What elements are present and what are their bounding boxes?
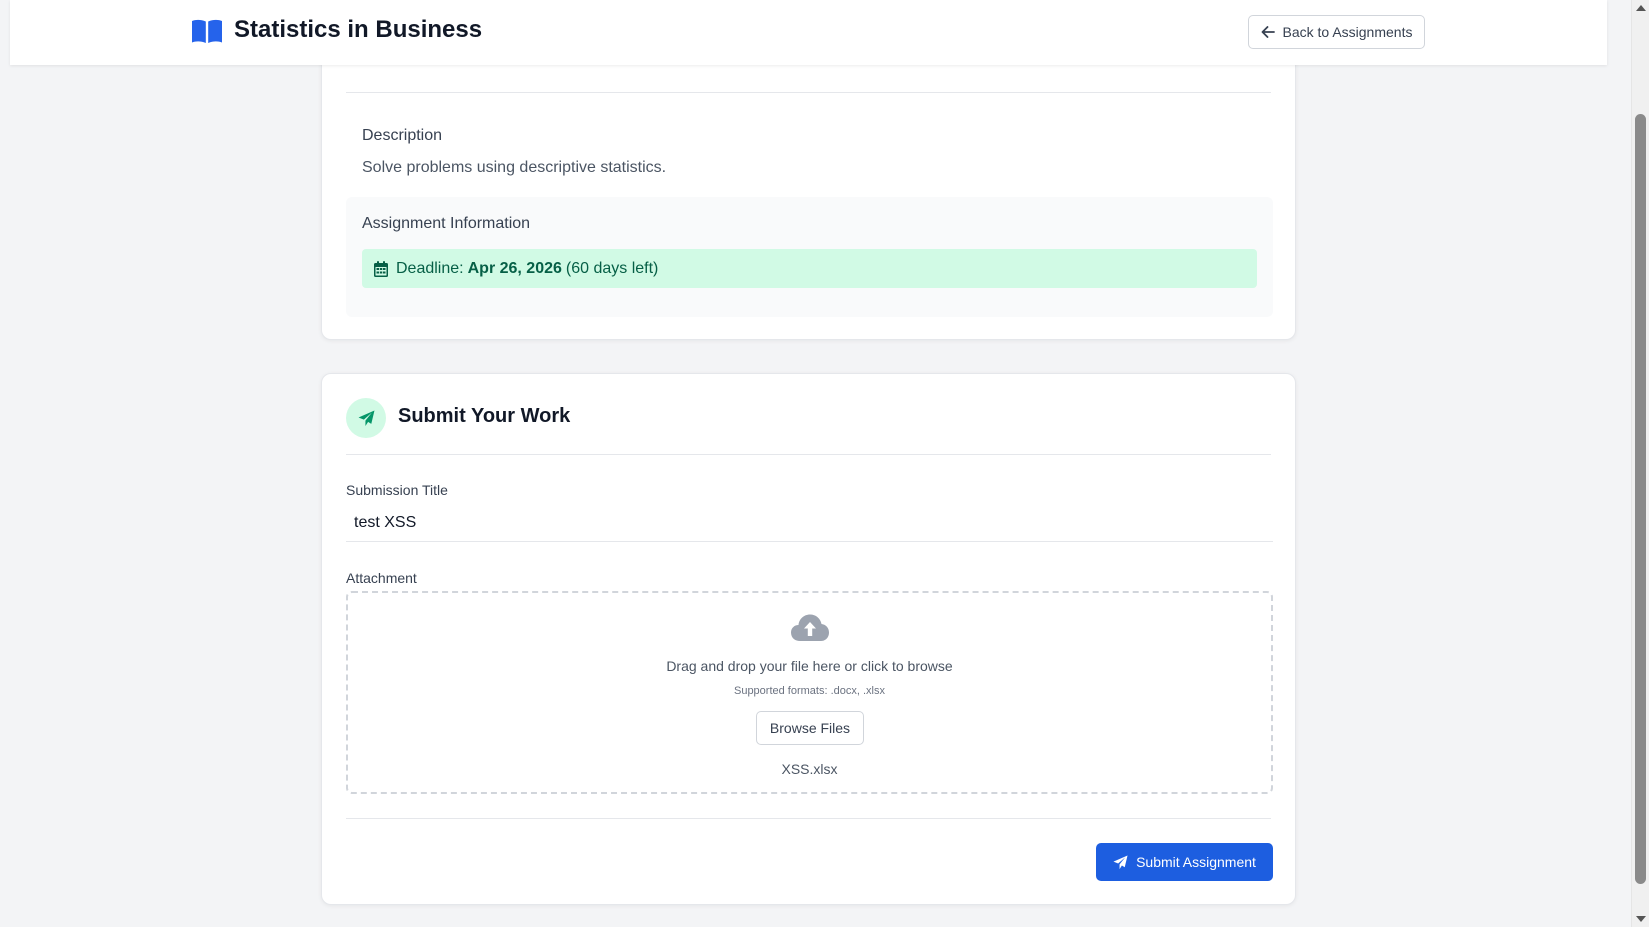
- app-header: Statistics in Business Back to Assignmen…: [10, 0, 1607, 65]
- selected-file-name: XSS.xlsx: [781, 761, 838, 777]
- deadline-remaining: (60 days left): [565, 259, 659, 277]
- file-dropzone[interactable]: Drag and drop your file here or click to…: [346, 591, 1273, 794]
- browse-files-button[interactable]: Browse Files: [756, 711, 864, 745]
- course-title: Statistics in Business: [234, 16, 483, 43]
- arrow-left-icon: [1261, 26, 1275, 38]
- supported-formats: Supported formats: .docx, .xlsx: [733, 685, 885, 697]
- calendar-icon: [374, 260, 388, 277]
- deadline-prefix: Deadline:: [396, 259, 464, 277]
- back-to-assignments-label: Back to Assignments: [1282, 24, 1413, 40]
- back-to-assignments-button[interactable]: Back to Assignments: [1248, 15, 1425, 49]
- description-text: Solve problems using descriptive statist…: [362, 159, 667, 176]
- description-label: Description: [362, 127, 443, 144]
- details-divider: [346, 92, 1271, 93]
- assignment-info-label: Assignment Information: [362, 215, 531, 232]
- submission-title-label: Submission Title: [346, 482, 448, 498]
- deadline-date: Apr 26, 2026: [467, 259, 562, 277]
- deadline-banner: Deadline: Apr 26, 2026 (60 days left): [362, 249, 1257, 288]
- assignment-info-box: Assignment Information Deadline: Apr 26,…: [346, 197, 1273, 317]
- page-viewport: Description Solve problems using descrip…: [0, 0, 1631, 927]
- paper-plane-icon: [358, 410, 374, 426]
- submission-divider-top: [346, 454, 1271, 455]
- dropzone-instructions: Drag and drop your file here or click to…: [666, 658, 953, 674]
- scroll-up-arrow-icon[interactable]: [1636, 5, 1646, 11]
- scrollbar-thumb[interactable]: [1635, 114, 1646, 884]
- submission-divider-bottom: [346, 818, 1271, 819]
- submit-assignment-button[interactable]: Submit Assignment: [1096, 843, 1273, 881]
- scroll-down-arrow-icon[interactable]: [1636, 916, 1646, 922]
- submission-card: Submit Your Work Submission Title Attach…: [321, 373, 1296, 905]
- vertical-scrollbar[interactable]: [1631, 0, 1649, 927]
- attachment-label: Attachment: [346, 570, 417, 586]
- cloud-upload-icon: [791, 614, 829, 641]
- submission-heading: Submit Your Work: [398, 405, 571, 427]
- submission-icon-circle: [346, 398, 386, 438]
- open-book-icon: [192, 19, 222, 43]
- submit-assignment-label: Submit Assignment: [1136, 854, 1256, 870]
- paper-plane-icon: [1113, 854, 1128, 869]
- submission-title-input[interactable]: [346, 505, 1273, 542]
